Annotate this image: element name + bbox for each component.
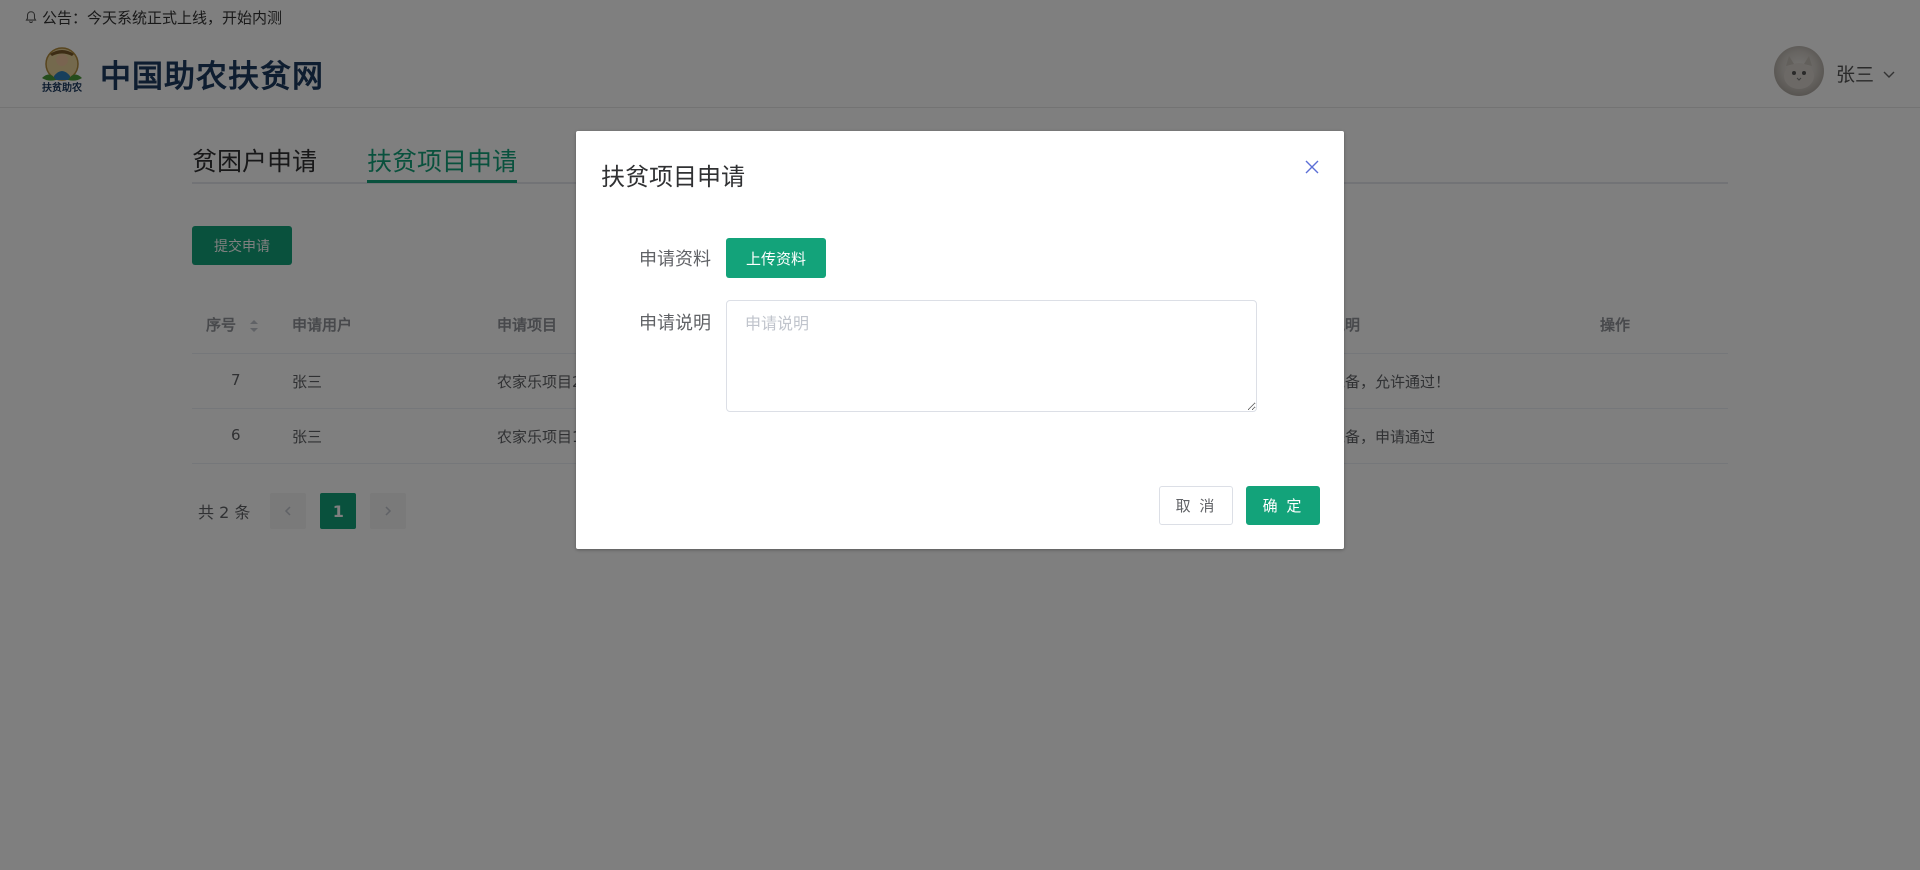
close-icon [1305, 160, 1319, 174]
cancel-button[interactable]: 取 消 [1159, 486, 1233, 525]
material-label: 申请资料 [639, 249, 711, 270]
confirm-button[interactable]: 确 定 [1246, 486, 1320, 525]
project-application-dialog: 扶贫项目申请 申请资料 上传资料 申请说明 取 消 确 定 [576, 131, 1344, 549]
description-textarea[interactable] [726, 300, 1257, 412]
upload-material-button[interactable]: 上传资料 [726, 238, 826, 278]
description-label: 申请说明 [639, 313, 711, 334]
close-button[interactable] [1300, 155, 1324, 179]
dialog-title: 扶贫项目申请 [601, 163, 745, 191]
